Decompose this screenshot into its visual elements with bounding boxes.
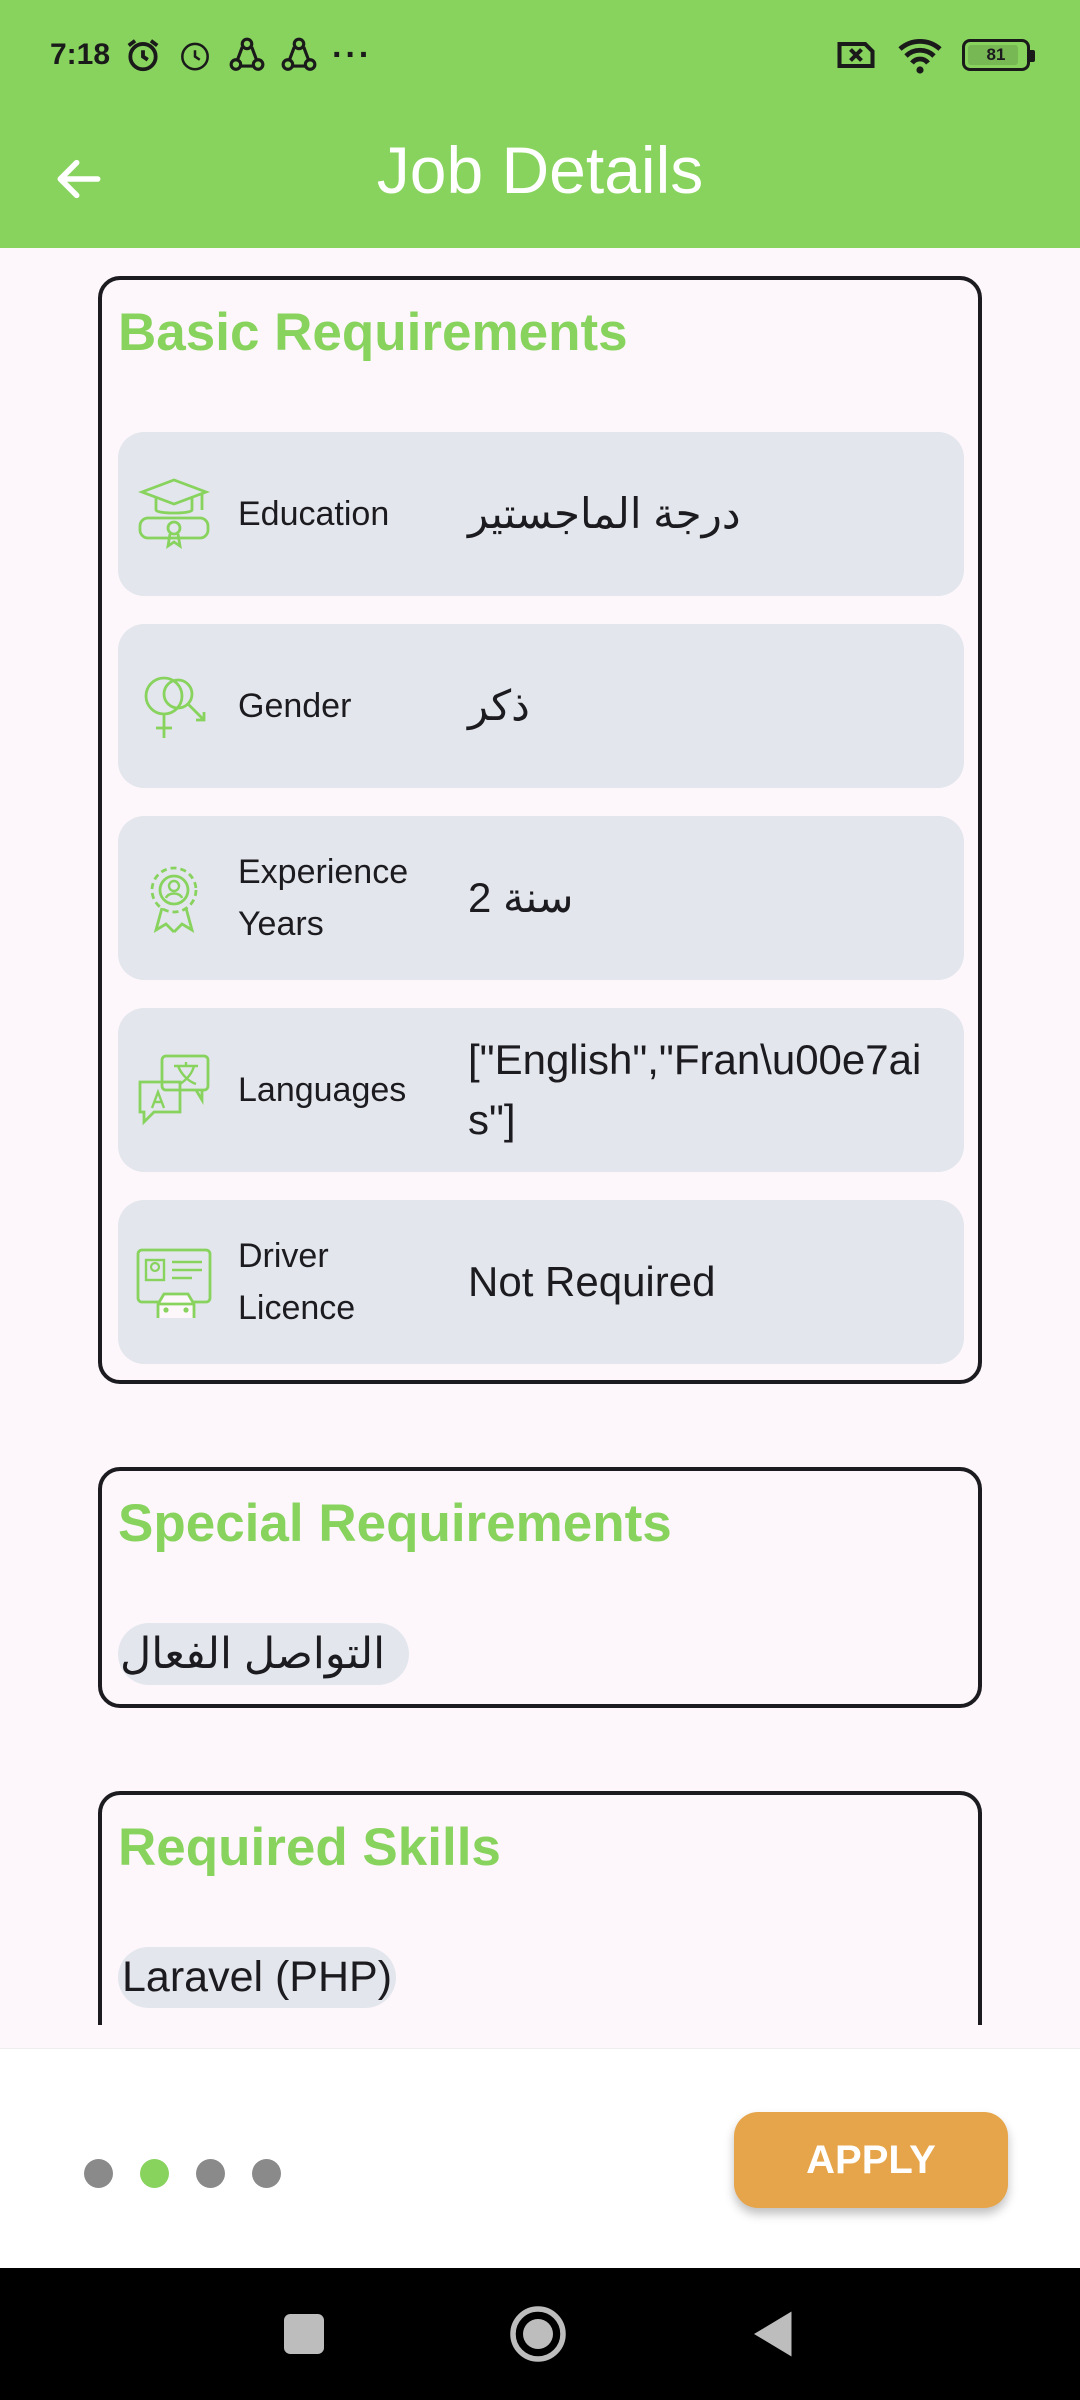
bottom-action-bar: APPLY <box>0 2048 1080 2268</box>
system-navigation-bar <box>0 2268 1080 2400</box>
sync-icon <box>281 37 317 71</box>
driver-license-icon <box>136 1248 212 1318</box>
app-bar: Job Details <box>0 110 1080 248</box>
sync-icon <box>229 37 265 71</box>
requirement-value: ["English","Fran\u00e7ais"] <box>468 1036 922 1143</box>
sim-off-icon <box>837 41 875 69</box>
requirement-label: Driver Licence <box>238 1237 356 1327</box>
requirement-label: Languages <box>238 1071 407 1109</box>
required-skills-card: Required Skills Laravel (PHP) <box>98 1791 982 2025</box>
page-indicator <box>84 2159 281 2188</box>
status-bar: 7:18 ··· 81 <box>0 0 1080 110</box>
skill-chip: Laravel (PHP) <box>118 1947 397 2008</box>
translate-icon <box>138 1054 210 1126</box>
home-icon[interactable] <box>508 2304 568 2364</box>
page-dot-active[interactable] <box>140 2159 169 2188</box>
requirement-value: Not Required <box>468 1258 716 1305</box>
apply-button[interactable]: APPLY <box>734 2112 1008 2208</box>
requirement-value: ذكر <box>468 682 530 729</box>
section-title: Basic Requirements <box>118 303 628 362</box>
alarm-icon <box>127 39 159 72</box>
requirement-row-gender: Gender ذكر <box>118 624 964 788</box>
requirement-label: Gender <box>238 687 352 725</box>
more-notifications-icon: ··· <box>332 35 373 74</box>
wifi-icon <box>898 38 942 74</box>
section-title: Special Requirements <box>118 1494 672 1553</box>
requirement-chip: التواصل الفعال <box>118 1623 410 1685</box>
requirement-label: Education <box>238 495 390 533</box>
requirement-row-driver-licence: Driver Licence Not Required <box>118 1200 964 1364</box>
requirement-row-languages: Languages ["English","Fran\u00e7ais"] <box>118 1008 964 1172</box>
requirement-row-education: Education درجة الماجستير <box>118 432 964 596</box>
page-title: Job Details <box>376 133 704 207</box>
special-requirements-card: Special Requirements التواصل الفعال <box>98 1467 982 1708</box>
battery-indicator: 81 <box>962 39 1035 71</box>
recent-apps-icon[interactable] <box>274 2304 334 2364</box>
back-nav-icon[interactable] <box>744 2304 804 2364</box>
requirement-row-experience: Experience Years 2 سنة <box>118 816 964 980</box>
basic-requirements-card: Basic Requirements Education درجة الماجس… <box>98 276 982 1384</box>
page-dot[interactable] <box>196 2159 225 2188</box>
section-title: Required Skills <box>118 1818 501 1877</box>
award-badge-icon <box>150 866 198 933</box>
page-dot[interactable] <box>252 2159 281 2188</box>
requirement-label: Experience Years <box>238 853 409 943</box>
status-time: 7:18 <box>50 38 111 71</box>
graduation-cap-icon <box>138 478 210 549</box>
page-dot[interactable] <box>84 2159 113 2188</box>
gender-icon <box>144 676 206 738</box>
requirement-value: 2 سنة <box>468 874 574 921</box>
requirement-value: درجة الماجستير <box>468 490 741 537</box>
alarm-outline-icon <box>181 42 209 71</box>
